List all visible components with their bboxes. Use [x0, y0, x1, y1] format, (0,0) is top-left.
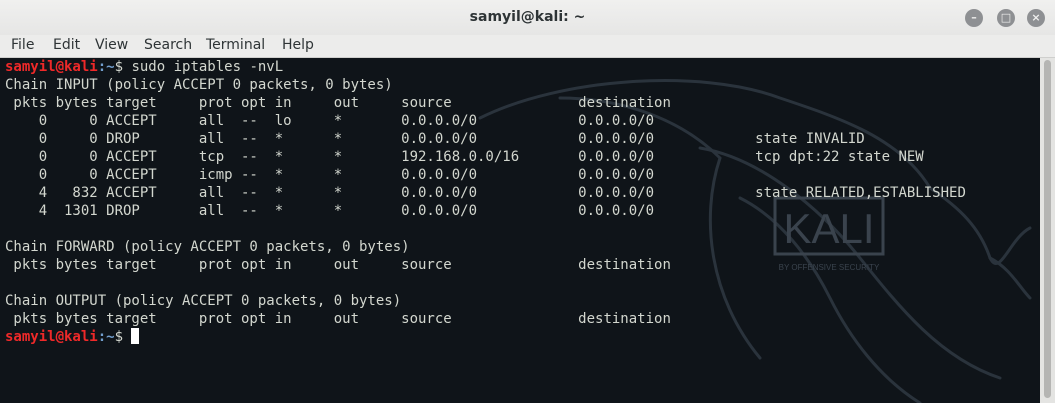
output-line: pkts bytes target prot opt in out source… [5, 257, 671, 273]
prompt-path: :~ [97, 59, 115, 75]
prompt-user: samyil@kali [5, 59, 98, 75]
window-title: samyil@kali: ~ [469, 9, 586, 25]
prompt-line: samyil@kali:~$ sudo iptables -nvL [5, 59, 283, 75]
terminal-output: samyil@kali:~$ sudo iptables -nvL Chain … [5, 58, 966, 346]
output-line: pkts bytes target prot opt in out source… [5, 311, 671, 327]
output-line: Chain FORWARD (policy ACCEPT 0 packets, … [5, 239, 410, 255]
output-line: 4 832 ACCEPT all -- * * 0.0.0.0/0 0.0.0.… [5, 185, 966, 201]
prompt-line: samyil@kali:~$ [5, 328, 140, 345]
prompt-user: samyil@kali [5, 329, 98, 345]
maximize-icon[interactable]: □ [997, 9, 1015, 27]
command-text: sudo iptables -nvL [123, 59, 284, 75]
output-line: pkts bytes target prot opt in out source… [5, 95, 671, 111]
output-line: Chain INPUT (policy ACCEPT 0 packets, 0 … [5, 77, 393, 93]
menu-edit[interactable]: Edit [53, 37, 80, 53]
vertical-scrollbar[interactable] [1040, 58, 1055, 403]
output-line: 4 1301 DROP all -- * * 0.0.0.0/0 0.0.0.0… [5, 203, 655, 219]
prompt-symbol: $ [114, 59, 124, 75]
output-line: 0 0 ACCEPT icmp -- * * 0.0.0.0/0 0.0.0.0… [5, 167, 655, 183]
menu-view[interactable]: View [95, 37, 128, 53]
output-line: Chain OUTPUT (policy ACCEPT 0 packets, 0… [5, 293, 402, 309]
text-cursor [131, 328, 140, 344]
minimize-icon[interactable]: – [965, 9, 983, 27]
menu-file[interactable]: File [11, 37, 34, 53]
prompt-symbol: $ [114, 329, 124, 345]
menu-search[interactable]: Search [144, 37, 192, 53]
output-line: 0 0 ACCEPT tcp -- * * 192.168.0.0/16 0.0… [5, 149, 924, 165]
menu-terminal[interactable]: Terminal [206, 37, 265, 53]
title-bar: samyil@kali: ~ – □ × [0, 0, 1055, 36]
prompt-path: :~ [97, 329, 115, 345]
output-line: 0 0 DROP all -- * * 0.0.0.0/0 0.0.0.0/0 … [5, 131, 865, 147]
output-line: 0 0 ACCEPT all -- lo * 0.0.0.0/0 0.0.0.0… [5, 113, 655, 129]
close-icon[interactable]: × [1027, 9, 1045, 27]
scrollbar-thumb[interactable] [1044, 60, 1051, 398]
menu-bar: File Edit View Search Terminal Help [0, 35, 1055, 58]
menu-help[interactable]: Help [282, 37, 314, 53]
terminal-area[interactable]: KALI BY OFFENSIVE SECURITY samyil@kali:~… [0, 58, 1040, 403]
